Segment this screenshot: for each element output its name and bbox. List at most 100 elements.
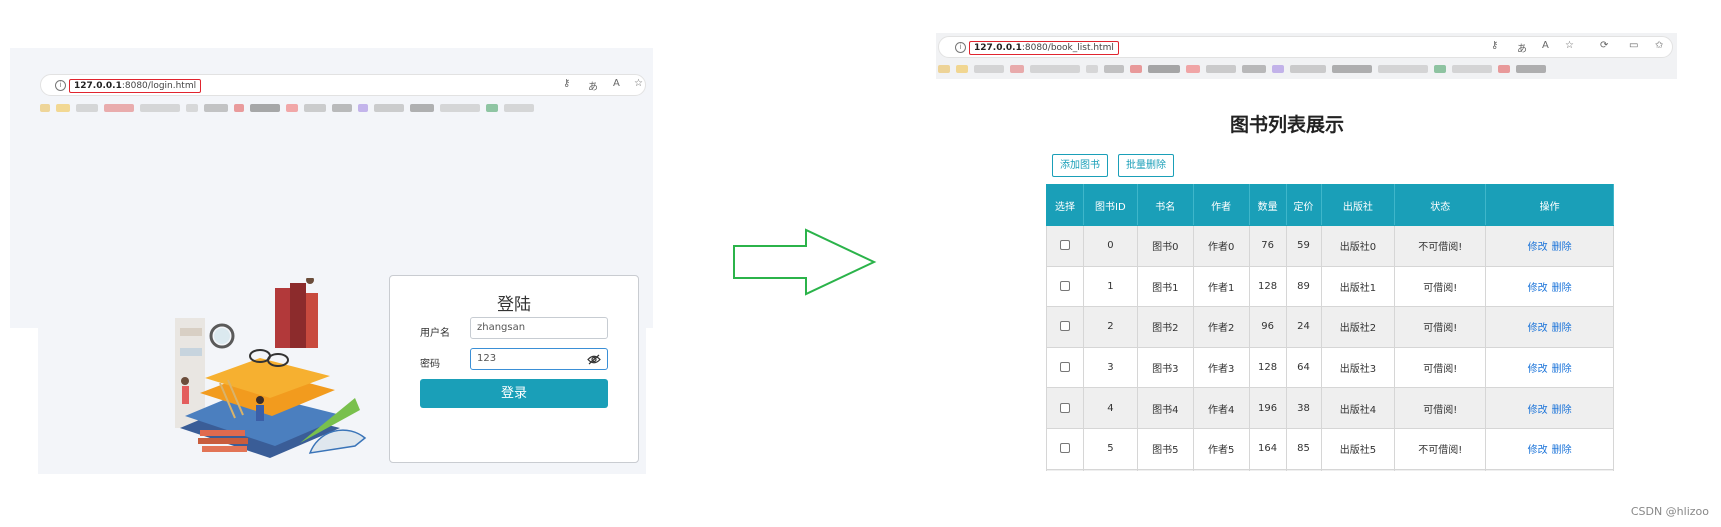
booklist-url: 127.0.0.1:8080/book_list.html: [969, 41, 1119, 55]
cell-name: 图书0: [1136, 225, 1194, 267]
favorites-list-icon[interactable]: ✩: [1655, 40, 1663, 51]
read-aloud-icon[interactable]: A: [1542, 40, 1549, 51]
cell-publisher: 出版社2: [1320, 306, 1396, 348]
cell-id: 3: [1082, 346, 1138, 389]
hide-password-eye-icon[interactable]: [587, 354, 601, 365]
col-header-select: 选择: [1046, 184, 1084, 226]
cell-name: 图书3: [1136, 346, 1194, 389]
table-row: 0 图书0 作者0 76 59 出版社0 不可借阅! 修改 删除: [1046, 225, 1614, 267]
password-value: 123: [477, 353, 497, 364]
cell-name: 图书4: [1136, 387, 1194, 429]
key-icon[interactable]: ⚷: [1491, 40, 1498, 51]
extensions-icon[interactable]: ⟳: [1600, 40, 1608, 51]
cell-publisher: 出版社0: [1320, 225, 1396, 267]
col-header-price: 定价: [1285, 184, 1322, 226]
login-form-card: 登陆 用户名 zhangsan 密码 123 登录: [389, 275, 639, 463]
cell-status: 可借阅!: [1394, 265, 1487, 308]
books-illustration: [175, 278, 367, 458]
cell-price: 85: [1285, 427, 1322, 470]
login-title: 登陆: [497, 295, 531, 315]
cell-author: 作者5: [1192, 427, 1250, 470]
cell-price: 38: [1285, 387, 1322, 429]
cell-id: 4: [1082, 387, 1138, 429]
delete-link[interactable]: 删除: [1552, 283, 1572, 294]
col-header-id: 图书ID: [1082, 184, 1138, 226]
table-row: 5 图书5 作者5 164 85 出版社5 不可借阅! 修改 删除: [1046, 427, 1614, 470]
delete-link[interactable]: 删除: [1552, 445, 1572, 456]
login-bookmarks-bar: [40, 101, 646, 115]
cell-author: 作者4: [1192, 387, 1250, 429]
cell-status: 可借阅!: [1394, 387, 1487, 429]
col-header-count: 数量: [1248, 184, 1287, 226]
cell-count: 96: [1248, 306, 1287, 348]
edit-link[interactable]: 修改: [1528, 364, 1548, 375]
cell-price: 64: [1285, 346, 1322, 389]
row-select-checkbox[interactable]: [1059, 402, 1070, 413]
login-button[interactable]: 登录: [420, 379, 608, 408]
watermark: CSDN @hlizoo: [1630, 505, 1709, 518]
booklist-address-bar[interactable]: i 127.0.0.1:8080/book_list.html ⚷ あ A ☆ …: [938, 36, 1673, 58]
cell-name: 图书2: [1136, 306, 1194, 348]
col-header-name: 书名: [1136, 184, 1194, 226]
row-select-checkbox[interactable]: [1059, 240, 1070, 251]
cell-count: 196: [1248, 387, 1287, 429]
cell-price: 24: [1285, 306, 1322, 348]
username-input[interactable]: zhangsan: [470, 317, 608, 339]
site-info-icon[interactable]: i: [955, 42, 966, 53]
password-label: 密码: [420, 359, 440, 370]
delete-link[interactable]: 删除: [1552, 323, 1572, 334]
cell-id: 5: [1082, 427, 1138, 470]
booklist-page-title: 图书列表展示: [1230, 114, 1345, 136]
cell-name: 图书1: [1136, 265, 1194, 308]
table-row: 4 图书4 作者4 196 38 出版社4 可借阅! 修改 删除: [1046, 387, 1614, 429]
key-icon[interactable]: ⚷: [563, 78, 570, 89]
cell-author: 作者1: [1192, 265, 1250, 308]
delete-link[interactable]: 删除: [1552, 242, 1572, 253]
read-aloud-icon[interactable]: A: [613, 78, 620, 89]
table-row: 1 图书1 作者1 128 89 出版社1 可借阅! 修改 删除: [1046, 265, 1614, 308]
login-address-bar[interactable]: i 127.0.0.1:8080/login.html ⚷ あ A ☆: [40, 74, 646, 96]
col-header-publisher: 出版社: [1320, 184, 1396, 226]
favorite-icon[interactable]: ☆: [1565, 40, 1574, 51]
delete-link[interactable]: 删除: [1552, 405, 1572, 416]
booklist-bookmarks-bar: [938, 62, 1673, 76]
cell-author: 作者3: [1192, 346, 1250, 389]
cell-publisher: 出版社4: [1320, 387, 1396, 429]
book-table-container: 选择 图书ID 书名 作者 数量 定价 出版社 状态 操作 0 图书0 作者0 …: [1046, 184, 1614, 471]
cell-status: 不可借阅!: [1394, 427, 1487, 470]
favorite-icon[interactable]: ☆: [634, 78, 643, 89]
edit-link[interactable]: 修改: [1528, 445, 1548, 456]
book-table: 选择 图书ID 书名 作者 数量 定价 出版社 状态 操作 0 图书0 作者0 …: [1046, 184, 1614, 471]
cell-price: 89: [1285, 265, 1322, 308]
site-info-icon[interactable]: i: [55, 80, 66, 91]
delete-link[interactable]: 删除: [1552, 364, 1572, 375]
cell-count: 164: [1248, 427, 1287, 470]
row-select-checkbox[interactable]: [1059, 443, 1070, 454]
col-header-status: 状态: [1394, 184, 1487, 226]
row-select-checkbox[interactable]: [1059, 280, 1070, 291]
cell-status: 不可借阅!: [1394, 225, 1487, 267]
edit-link[interactable]: 修改: [1528, 242, 1548, 253]
edit-link[interactable]: 修改: [1528, 323, 1548, 334]
login-url: 127.0.0.1:8080/login.html: [69, 79, 202, 93]
split-screen-icon[interactable]: ▭: [1629, 40, 1638, 51]
translate-icon[interactable]: あ: [1517, 40, 1527, 55]
col-header-actions: 操作: [1485, 184, 1614, 226]
batch-delete-button[interactable]: 批量删除: [1118, 154, 1174, 177]
cell-status: 可借阅!: [1394, 346, 1487, 389]
cell-id: 1: [1082, 265, 1138, 308]
cell-author: 作者0: [1192, 225, 1250, 267]
translate-icon[interactable]: あ: [588, 78, 598, 93]
password-input[interactable]: 123: [470, 348, 608, 370]
cell-id: 2: [1082, 306, 1138, 348]
edit-link[interactable]: 修改: [1528, 405, 1548, 416]
cell-count: 128: [1248, 346, 1287, 389]
cell-count: 128: [1248, 265, 1287, 308]
edit-link[interactable]: 修改: [1528, 283, 1548, 294]
row-select-checkbox[interactable]: [1059, 321, 1070, 332]
cell-price: 59: [1285, 225, 1322, 267]
col-header-author: 作者: [1192, 184, 1250, 226]
add-book-button[interactable]: 添加图书: [1052, 154, 1108, 177]
cell-status: 可借阅!: [1394, 306, 1487, 348]
row-select-checkbox[interactable]: [1059, 362, 1070, 373]
